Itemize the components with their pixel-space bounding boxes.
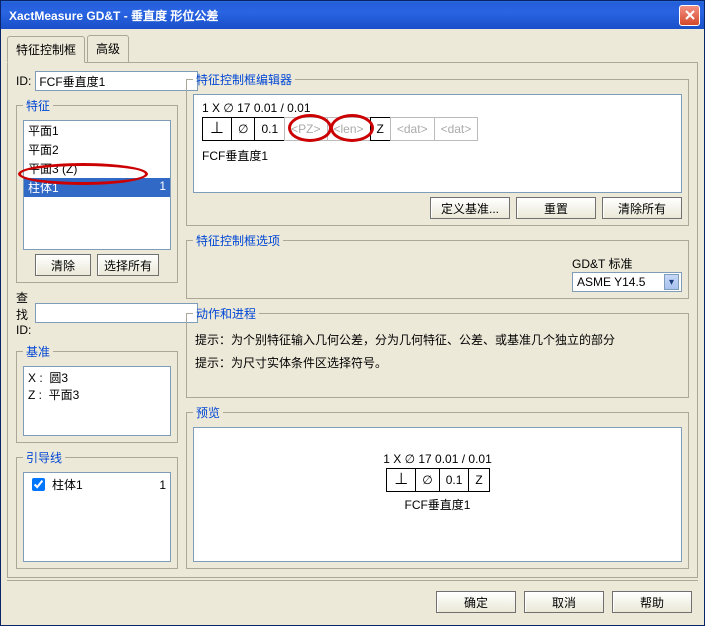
preview-z-cell: Z [468, 468, 489, 492]
list-item[interactable]: 平面2 [24, 140, 170, 159]
leaders-legend: 引导线 [23, 449, 65, 466]
find-label: 查找 ID: [16, 289, 31, 337]
options-legend: 特征控制框选项 [193, 232, 283, 249]
define-datum-button[interactable]: 定义基准... [430, 197, 510, 219]
perpendicularity-icon: ⊥ [394, 472, 408, 488]
actions-legend: 动作和进程 [193, 305, 259, 322]
datums-text: X : 圆3 Z : 平面3 [23, 366, 171, 436]
standard-label: GD&T 标准 [572, 255, 682, 272]
list-item[interactable]: 柱体1 1 [24, 473, 170, 496]
standard-value: ASME Y14.5 [577, 275, 645, 289]
cancel-button[interactable]: 取消 [524, 591, 604, 613]
footer: 确定 取消 帮助 [7, 585, 698, 619]
fcf-dat1-cell[interactable]: <dat> [390, 117, 435, 141]
leaders-group: 引导线 柱体1 1 [16, 449, 178, 569]
content: 特征控制框 高级 ID: 特征 平面1 [1, 29, 704, 625]
fcf-editor-area[interactable]: 1 X ∅ 17 0.01 / 0.01 ⊥ ∅ 0.1 <PZ> <len> … [193, 94, 682, 193]
editor-buttons: 定义基准... 重置 清除所有 [193, 193, 682, 219]
editor-group: 特征控制框编辑器 1 X ∅ 17 0.01 / 0.01 ⊥ ∅ 0.1 <P… [186, 71, 689, 226]
close-button[interactable] [679, 5, 700, 26]
leaders-list[interactable]: 柱体1 1 [23, 472, 171, 562]
options-group: 特征控制框选项 GD&T 标准 ASME Y14.5 ▾ [186, 232, 689, 299]
reset-button[interactable]: 重置 [516, 197, 596, 219]
titlebar: XactMeasure GD&T - 垂直度 形位公差 [1, 1, 704, 29]
fcf-top-line: 1 X ∅ 17 0.01 / 0.01 [202, 101, 673, 115]
actions-group: 动作和进程 提示：为个别特征输入几何公差，分为几何特征、公差、或基准几个独立的部… [186, 305, 689, 398]
features-group: 特征 平面1 平面2 平面3 (Z) [16, 97, 178, 283]
list-item[interactable]: 平面1 [24, 121, 170, 140]
clear-all-button[interactable]: 清除所有 [602, 197, 682, 219]
ok-button[interactable]: 确定 [436, 591, 516, 613]
id-input[interactable] [35, 71, 198, 91]
fcf-dia-cell[interactable]: ∅ [231, 117, 255, 141]
fcf-pz-cell[interactable]: <PZ> [284, 117, 327, 141]
id-row: ID: [16, 71, 178, 91]
standard-dropdown[interactable]: ASME Y14.5 ▾ [572, 272, 682, 292]
fcf-symbol-cell[interactable]: ⊥ [202, 117, 232, 141]
fcf-dat2-cell[interactable]: <dat> [434, 117, 479, 141]
editor-legend: 特征控制框编辑器 [193, 71, 295, 88]
datums-legend: 基准 [23, 343, 53, 360]
features-buttons: 清除 选择所有 [23, 250, 171, 276]
hint1: 提示：为个别特征输入几何公差，分为几何特征、公差、或基准几个独立的部分 [193, 328, 682, 351]
preview-area: 1 X ∅ 17 0.01 / 0.01 ⊥ ∅ 0.1 Z FCF垂直度1 [193, 427, 682, 562]
fcf-z-cell[interactable]: Z [370, 117, 391, 141]
close-icon [685, 10, 695, 20]
preview-legend: 预览 [193, 404, 223, 421]
preview-top-line: 1 X ∅ 17 0.01 / 0.01 [383, 452, 492, 466]
list-item[interactable]: 平面3 (Z) [24, 159, 170, 178]
divider [7, 580, 698, 581]
chevron-down-icon: ▾ [664, 274, 679, 290]
perpendicularity-icon: ⊥ [210, 121, 224, 137]
preview-group: 预览 1 X ∅ 17 0.01 / 0.01 ⊥ ∅ 0.1 Z FCF垂直度… [186, 404, 689, 569]
fcf-below-label: FCF垂直度1 [202, 147, 673, 164]
find-row: 查找 ID: [16, 289, 178, 337]
preview-dia-cell: ∅ [415, 468, 439, 492]
features-legend: 特征 [23, 97, 53, 114]
right-column: 特征控制框编辑器 1 X ∅ 17 0.01 / 0.01 ⊥ ∅ 0.1 <P… [186, 71, 689, 569]
id-label: ID: [16, 74, 31, 88]
find-input[interactable] [35, 303, 198, 323]
tab-fcf[interactable]: 特征控制框 [7, 36, 85, 63]
preview-tol-cell: 0.1 [439, 468, 470, 492]
leader-checkbox[interactable] [32, 478, 45, 491]
features-list[interactable]: 平面1 平面2 平面3 (Z) 柱体1 1 [23, 120, 171, 250]
tab-advanced[interactable]: 高级 [87, 35, 129, 62]
tabbar: 特征控制框 高级 [7, 35, 698, 63]
preview-below-label: FCF垂直度1 [404, 496, 470, 513]
window-title: XactMeasure GD&T - 垂直度 形位公差 [5, 7, 679, 24]
window: XactMeasure GD&T - 垂直度 形位公差 特征控制框 高级 ID:… [0, 0, 705, 626]
diameter-icon: ∅ [238, 122, 248, 136]
clear-button[interactable]: 清除 [35, 254, 91, 276]
fcf-cells[interactable]: ⊥ ∅ 0.1 <PZ> <len> Z <dat> <dat> [202, 117, 673, 141]
help-button[interactable]: 帮助 [612, 591, 692, 613]
hint2: 提示：为尺寸实体条件区选择符号。 [193, 351, 682, 391]
list-item[interactable]: 柱体1 1 [24, 178, 170, 197]
preview-symbol-cell: ⊥ [386, 468, 416, 492]
select-all-button[interactable]: 选择所有 [97, 254, 159, 276]
left-column: ID: 特征 平面1 平面2 [16, 71, 178, 569]
datums-group: 基准 X : 圆3 Z : 平面3 [16, 343, 178, 443]
fcf-len-cell[interactable]: <len> [327, 117, 371, 141]
preview-cells: ⊥ ∅ 0.1 Z [386, 468, 488, 492]
fcf-tol-cell[interactable]: 0.1 [254, 117, 285, 141]
diameter-icon: ∅ [422, 473, 432, 487]
tab-body: ID: 特征 平面1 平面2 [7, 62, 698, 578]
